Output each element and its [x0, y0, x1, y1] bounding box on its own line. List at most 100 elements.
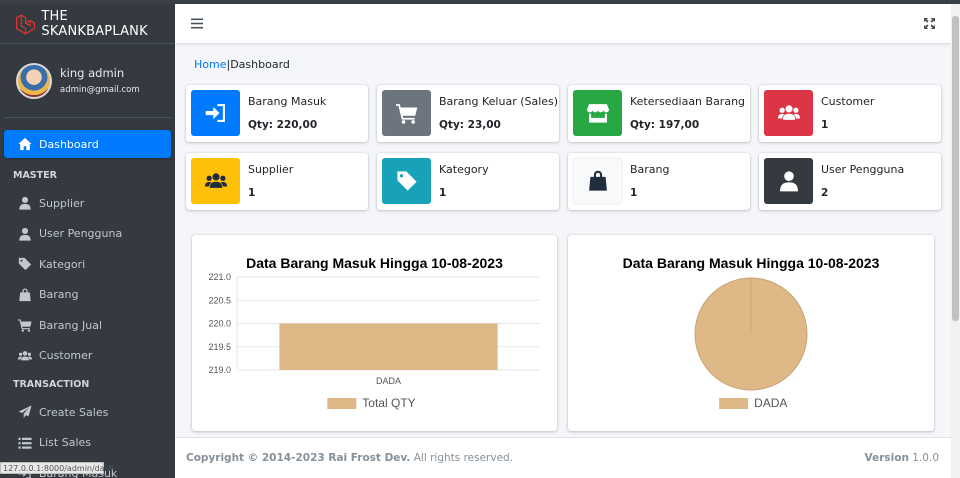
info-box-kategory[interactable]: Kategory 1 — [377, 153, 559, 210]
sidebar-item-label: User Pengguna — [39, 227, 123, 241]
info-box-icon — [573, 158, 622, 204]
info-box-label: Supplier — [248, 163, 294, 176]
sidebar-item-create-sales[interactable]: Create Sales — [4, 397, 171, 428]
store-icon — [586, 104, 609, 123]
sidebar-item-customer[interactable]: Customer — [4, 341, 171, 372]
legend-swatch — [719, 398, 749, 409]
breadcrumb: Home|Dashboard — [194, 58, 290, 71]
bar-chart: 221.0 220.5 220.0 219.5 219.0 DADA Total QTY — [208, 272, 540, 410]
brand-link[interactable]: THE SKANKBAPLANK — [0, 4, 175, 44]
info-box-icon — [382, 158, 431, 204]
user-name: king admin — [60, 66, 125, 80]
sidebar-item-barang-jual[interactable]: Barang Jual — [4, 310, 171, 341]
y-tick-label: 219.5 — [208, 342, 231, 352]
info-box-customer[interactable]: Customer 1 — [759, 85, 941, 142]
info-box-value: Qty: 220,00 — [248, 119, 318, 131]
user-icon — [779, 171, 798, 192]
footer-copyright: Copyright © 2014-2023 Rai Frost Dev. All… — [186, 452, 513, 464]
sidebar-item-dashboard[interactable]: Dashboard — [4, 130, 171, 158]
fullscreen-icon[interactable] — [924, 18, 935, 29]
sidebar-header-master: MASTER — [13, 169, 57, 181]
y-tick-label: 220.5 — [208, 295, 231, 305]
browser-status-url: 127.0.0.1:8000/admin/dash — [0, 462, 114, 474]
info-box-icon — [191, 158, 240, 204]
sidebar-item-label: Customer — [39, 349, 93, 363]
info-box-ketersediaan-barang[interactable]: Ketersediaan Barang Qty: 197,00 — [568, 85, 750, 142]
info-box-barang-keluar[interactable]: Barang Keluar (Sales) Qty: 23,00 — [377, 85, 559, 142]
info-box-label: Ketersediaan Barang — [630, 95, 746, 108]
paper-plane-icon — [18, 405, 32, 419]
info-box-value: 1 — [821, 119, 829, 131]
footer: Copyright © 2014-2023 Rai Frost Dev. All… — [175, 437, 951, 478]
y-tick-label: 221.0 — [208, 272, 231, 282]
tag-icon — [396, 171, 417, 191]
info-box-value: Qty: 23,00 — [439, 119, 501, 131]
pie-chart-card: Data Barang Masuk Hingga 10-08-2023 DADA — [568, 235, 934, 431]
home-icon — [18, 137, 32, 151]
info-box-icon — [382, 90, 431, 136]
copyright-text: Copyright © 2014-2023 Rai Frost Dev. — [186, 452, 411, 464]
sidebar-nav: Dashboard MASTER Supplier User Pengguna … — [0, 118, 175, 478]
breadcrumb-home-link[interactable]: Home — [194, 58, 226, 71]
info-box-value: 2 — [821, 187, 829, 199]
sidebar-item-barang[interactable]: Barang — [4, 280, 171, 311]
info-box-label: Barang — [630, 163, 670, 176]
sidebar-item-list-sales[interactable]: List Sales — [4, 428, 171, 459]
info-box-barang[interactable]: Barang 1 — [568, 153, 750, 210]
sidebar-item-supplier[interactable]: Supplier — [4, 188, 171, 219]
info-box-supplier[interactable]: Supplier 1 — [186, 153, 368, 210]
users-icon — [204, 173, 227, 188]
info-box-icon — [764, 158, 813, 204]
info-box-label: Kategory — [439, 163, 489, 176]
sidebar-item-kategori[interactable]: Kategori — [4, 249, 171, 280]
info-box-label: Barang Masuk — [248, 95, 327, 108]
shopping-bag-icon — [19, 288, 31, 301]
cart-icon — [395, 104, 417, 124]
user-panel[interactable]: king admin admin@gmail.com — [4, 44, 171, 118]
info-box-value: Qty: 197,00 — [630, 119, 700, 131]
info-box-icon — [191, 90, 240, 136]
info-box-user-pengguna[interactable]: User Pengguna 2 — [759, 153, 941, 210]
info-box-label: Customer — [821, 95, 875, 108]
avatar — [16, 62, 52, 99]
info-box-value: 1 — [439, 187, 447, 199]
x-tick-label: DADA — [376, 376, 401, 386]
info-box-value: 1 — [630, 187, 638, 199]
sidebar-item-label: Kategori — [39, 257, 86, 271]
top-navbar — [175, 4, 951, 44]
y-tick-label: 220.0 — [208, 319, 231, 329]
sidebar-item-label: Dashboard — [39, 137, 99, 151]
pie-chart: DADA — [694, 277, 808, 410]
legend-label: Total QTY — [362, 396, 415, 410]
hamburger-menu-icon[interactable] — [191, 18, 203, 29]
users-icon — [18, 350, 32, 361]
user-email: admin@gmail.com — [60, 85, 140, 95]
sidebar: THE SKANKBAPLANK king admin admin@gmail.… — [0, 4, 175, 478]
legend-label: DADA — [754, 396, 787, 410]
scrollbar-thumb[interactable] — [952, 16, 959, 321]
legend-swatch — [327, 398, 357, 409]
rights-text: All rights reserved. — [413, 452, 514, 464]
sidebar-item-label: Barang — [39, 288, 79, 302]
user-icon — [19, 227, 31, 241]
user-icon — [19, 197, 31, 210]
sidebar-header-transaction: TRANSACTION — [13, 378, 90, 390]
sidebar-item-user-pengguna[interactable]: User Pengguna — [4, 219, 171, 250]
info-box-value: 1 — [248, 187, 256, 199]
info-box-label: Barang Keluar (Sales) — [439, 95, 559, 108]
brand-name: THE SKANKBAPLANK — [41, 8, 148, 39]
sidebar-item-label: List Sales — [39, 436, 92, 450]
info-box-barang-masuk[interactable]: Barang Masuk Qty: 220,00 — [186, 85, 368, 142]
info-box-icon — [764, 90, 813, 136]
sidebar-item-label: Create Sales — [39, 405, 109, 419]
y-tick-label: 219.0 — [208, 365, 231, 375]
sidebar-item-label: Supplier — [39, 196, 85, 210]
bar — [279, 323, 498, 370]
page-scrollbar[interactable] — [951, 4, 960, 478]
footer-version: Version 1.0.0 — [865, 452, 939, 464]
sidebar-item-label: Barang Jual — [39, 318, 103, 332]
list-icon — [18, 437, 32, 449]
breadcrumb-current: Dashboard — [230, 58, 290, 71]
cart-icon — [18, 319, 32, 333]
bar-chart-card: Data Barang Masuk Hingga 10-08-2023 221.… — [192, 235, 557, 431]
